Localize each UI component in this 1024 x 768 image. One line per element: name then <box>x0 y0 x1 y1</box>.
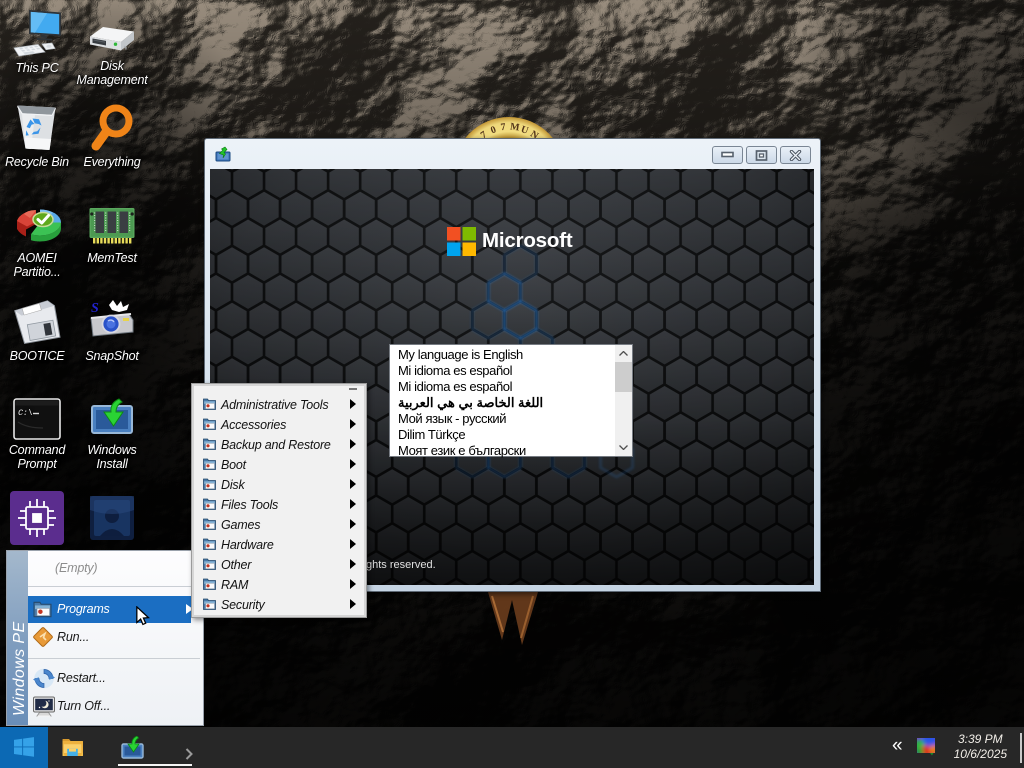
svg-text:ghts reserved.: ghts reserved. <box>366 559 436 571</box>
svg-text:C:\: C:\ <box>18 408 33 418</box>
svg-text:S: S <box>91 301 99 316</box>
svg-text:Microsoft: Microsoft <box>482 229 573 252</box>
